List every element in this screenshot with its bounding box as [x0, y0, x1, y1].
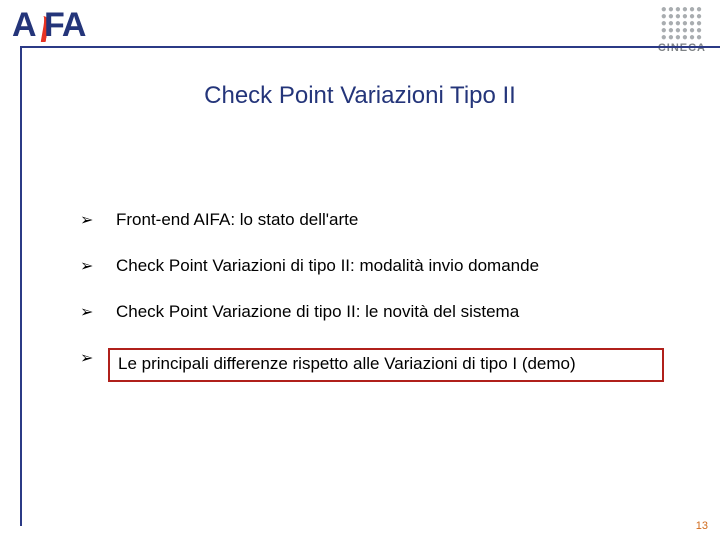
- triangle-bullet-icon: ➢: [80, 256, 93, 276]
- list-item-text: Le principali differenze rispetto alle V…: [108, 348, 664, 382]
- list-item: ➢ Check Point Variazioni di tipo II: mod…: [80, 256, 664, 276]
- list-item-text: Check Point Variazione di tipo II: le no…: [116, 302, 519, 321]
- cineca-label: CINECA: [658, 43, 706, 54]
- page-number: 13: [696, 520, 708, 532]
- triangle-bullet-icon: ➢: [80, 302, 93, 322]
- cineca-dots-icon: ●●●●●● ●●●●●● ●●●●●● ●●●●●● ●●●●●●: [658, 6, 706, 41]
- triangle-bullet-icon: ➢: [80, 210, 93, 230]
- slide: A FA ●●●●●● ●●●●●● ●●●●●● ●●●●●● ●●●●●● …: [0, 0, 720, 540]
- aifa-logo: A FA: [12, 10, 97, 44]
- list-item-highlighted: ➢ Le principali differenze rispetto alle…: [80, 348, 664, 382]
- list-item: ➢ Check Point Variazione di tipo II: le …: [80, 302, 664, 322]
- aifa-logo-letters: FA: [44, 8, 85, 42]
- list-item: ➢ Front-end AIFA: lo stato dell'arte: [80, 210, 664, 230]
- triangle-bullet-icon: ➢: [80, 348, 93, 368]
- frame-top-line: [20, 46, 720, 48]
- list-item-text: Front-end AIFA: lo stato dell'arte: [116, 210, 358, 229]
- frame-left-line: [20, 46, 22, 526]
- list-item-text: Check Point Variazioni di tipo II: modal…: [116, 256, 539, 275]
- bullet-list: ➢ Front-end AIFA: lo stato dell'arte ➢ C…: [80, 210, 664, 382]
- slide-title: Check Point Variazioni Tipo II: [0, 82, 720, 110]
